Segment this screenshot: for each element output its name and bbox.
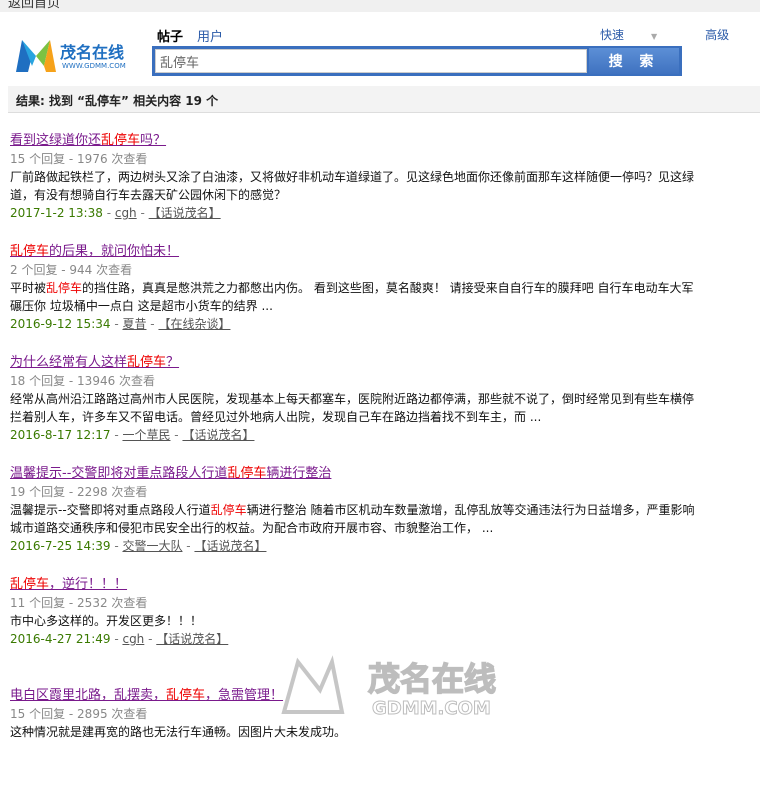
forum-link[interactable]: 【在线杂谈】: [158, 317, 230, 331]
title-text: ，逆行！！！: [49, 577, 128, 592]
watermark: 茂名在线 GDMM.COM: [280, 650, 520, 723]
title-text: 温馨提示--交警即将对重点路段人行道: [10, 466, 228, 481]
svg-text:GDMM.COM: GDMM.COM: [372, 698, 491, 719]
result-stats: 2 个回复 - 944 次查看: [10, 263, 133, 277]
result-footer: 2016-9-12 15:34 - 夏昔 - 【在线杂谈】: [10, 317, 231, 331]
tab-users[interactable]: 用户: [197, 30, 223, 45]
title-text: 吗？: [140, 133, 167, 148]
search-button[interactable]: 搜 索: [589, 48, 679, 74]
result-footer: 2016-4-27 21:49 - cgh - 【话说茂名】: [10, 632, 229, 646]
post-date: 2016-9-12 15:34: [10, 317, 111, 331]
excerpt-text: 市中心多这样的。开发区更多！！！: [10, 614, 203, 628]
watermark-logo-icon: 茂名在线 GDMM.COM: [281, 655, 497, 720]
result-title-link[interactable]: 看到这绿道你还乱停车吗？: [10, 132, 166, 150]
logo-icon: 茂名在线 WWW.GDMM.COM: [16, 40, 126, 72]
forum-link[interactable]: 【话说茂名】: [149, 206, 221, 220]
title-text: 电白区霞里北路，乱摆卖，: [10, 688, 167, 703]
result-item: 乱停车的后果，就问你怕未！ 2 个回复 - 944 次查看 平时被乱停车的挡住路，真…: [10, 243, 700, 354]
title-text: 看到这绿道你还: [10, 133, 102, 148]
back-home-link[interactable]: 返回首页: [8, 0, 60, 11]
result-stats: 15 个回复 - 1976 次查看: [10, 152, 148, 166]
result-stats: 18 个回复 - 13946 次查看: [10, 374, 156, 388]
result-item: 为什么经常有人这样乱停车？ 18 个回复 - 13946 次查看经常从高州沿江路路…: [10, 354, 700, 465]
result-title-link[interactable]: 温馨提示--交警即将对重点路段人行道乱停车辆进行整治: [10, 465, 331, 483]
keyword-highlight: 乱停车: [10, 244, 50, 259]
keyword-highlight: 乱停车: [101, 133, 141, 148]
author-link[interactable]: 夏昔: [122, 317, 146, 331]
author-link[interactable]: 一个草民: [122, 428, 170, 442]
title-text: ？: [166, 355, 180, 370]
excerpt-text: 经常从高州沿江路路过高州市人民医院，发现基本上每天都塞车，医院附近路边都停满，那…: [10, 392, 695, 424]
result-item: 看到这绿道你还乱停车吗？ 15 个回复 - 1976 次查看厂前路做起铁栏了，两边…: [10, 132, 700, 243]
svg-text:WWW.GDMM.COM: WWW.GDMM.COM: [62, 62, 126, 70]
tab-posts[interactable]: 帖子: [157, 30, 183, 45]
forum-link[interactable]: 【话说茂名】: [182, 428, 254, 442]
result-title-link[interactable]: 乱停车，逆行！！！: [10, 576, 127, 594]
result-item: 温馨提示--交警即将对重点路段人行道乱停车辆进行整治 19 个回复 - 2298 …: [10, 465, 700, 576]
result-excerpt: 经常从高州沿江路路过高州市人民医院，发现基本上每天都塞车，医院附近路边都停满，那…: [10, 390, 700, 426]
author-link[interactable]: 交警一大队: [122, 539, 182, 553]
title-text: 的后果，就问你怕未！: [49, 244, 180, 259]
results-summary: 结果: 找到 “乱停车” 相关内容 19 个: [8, 86, 760, 113]
title-text: 辆进行整治: [266, 466, 332, 481]
keyword-highlight: 乱停车: [210, 503, 247, 517]
result-excerpt: 这种情况就是建再宽的路也无法行车通畅。因图片大未发成功。: [10, 723, 700, 741]
excerpt-text: 厂前路做起铁栏了，两边树头又涂了白油漆，又将做好非机动车道绿道了。见这绿色地面你…: [10, 170, 695, 202]
quick-label: 快速: [600, 28, 625, 42]
post-date: 2016-7-25 14:39: [10, 539, 111, 553]
keyword-highlight: 乱停车: [127, 355, 167, 370]
excerpt-text: 的挡住路，真真是憋洪荒之力都憋出内伤。 看到这些图，莫名酸爽！ 请接受来自自行车…: [10, 281, 694, 313]
advanced-search-link[interactable]: 高级: [705, 28, 729, 42]
site-logo[interactable]: 茂名在线 WWW.GDMM.COM: [14, 32, 136, 76]
forum-link[interactable]: 【话说茂名】: [156, 632, 228, 646]
title-text: 为什么经常有人这样: [10, 355, 128, 370]
result-title-link[interactable]: 乱停车的后果，就问你怕未！: [10, 243, 179, 261]
result-title-link[interactable]: 电白区霞里北路，乱摆卖，乱停车，急需管理！: [10, 687, 283, 705]
post-date: 2016-4-27 21:49: [10, 632, 111, 646]
author-link[interactable]: cgh: [115, 206, 137, 220]
search-options: 快速 ▼ 高级: [600, 26, 753, 43]
result-stats: 19 个回复 - 2298 次查看: [10, 485, 148, 499]
result-footer: 2016-8-17 12:17 - 一个草民 - 【话说茂名】: [10, 428, 255, 442]
keyword-highlight: 乱停车: [227, 466, 267, 481]
forum-link[interactable]: 【话说茂名】: [194, 539, 266, 553]
excerpt-text: 平时被: [10, 281, 47, 295]
author-link[interactable]: cgh: [122, 632, 144, 646]
search-bar: 搜 索: [152, 46, 682, 76]
top-bar: 返回首页: [0, 0, 760, 12]
result-footer: 2017-1-2 13:38 - cgh - 【话说茂名】: [10, 206, 221, 220]
search-input[interactable]: [155, 49, 587, 73]
keyword-highlight: 乱停车: [10, 577, 50, 592]
post-date: 2017-1-2 13:38: [10, 206, 103, 220]
keyword-highlight: 乱停车: [46, 281, 83, 295]
result-excerpt: 市中心多这样的。开发区更多！！！: [10, 612, 700, 630]
title-text: ，急需管理！: [205, 688, 284, 703]
search-tabs: 帖子 用户: [157, 26, 237, 45]
result-stats: 11 个回复 - 2532 次查看: [10, 596, 148, 610]
result-title-link[interactable]: 为什么经常有人这样乱停车？: [10, 354, 179, 372]
chevron-down-icon: ▼: [651, 32, 658, 41]
svg-text:茂名在线: 茂名在线: [368, 660, 496, 698]
post-date: 2016-8-17 12:17: [10, 428, 111, 442]
svg-text:茂名在线: 茂名在线: [60, 43, 124, 62]
result-excerpt: 平时被乱停车的挡住路，真真是憋洪荒之力都憋出内伤。 看到这些图，莫名酸爽！ 请接…: [10, 279, 700, 315]
keyword-highlight: 乱停车: [166, 688, 206, 703]
excerpt-text: 温馨提示--交警即将对重点路段人行道: [10, 503, 211, 517]
result-excerpt: 温馨提示--交警即将对重点路段人行道乱停车辆进行整治 随着市区机动车数量激增，乱…: [10, 501, 700, 537]
result-excerpt: 厂前路做起铁栏了，两边树头又涂了白油漆，又将做好非机动车道绿道了。见这绿色地面你…: [10, 168, 700, 204]
quick-search-dropdown[interactable]: 快速 ▼: [600, 28, 681, 42]
result-footer: 2016-7-25 14:39 - 交警一大队 - 【话说茂名】: [10, 539, 267, 553]
excerpt-text: 这种情况就是建再宽的路也无法行车通畅。因图片大未发成功。: [10, 725, 347, 739]
